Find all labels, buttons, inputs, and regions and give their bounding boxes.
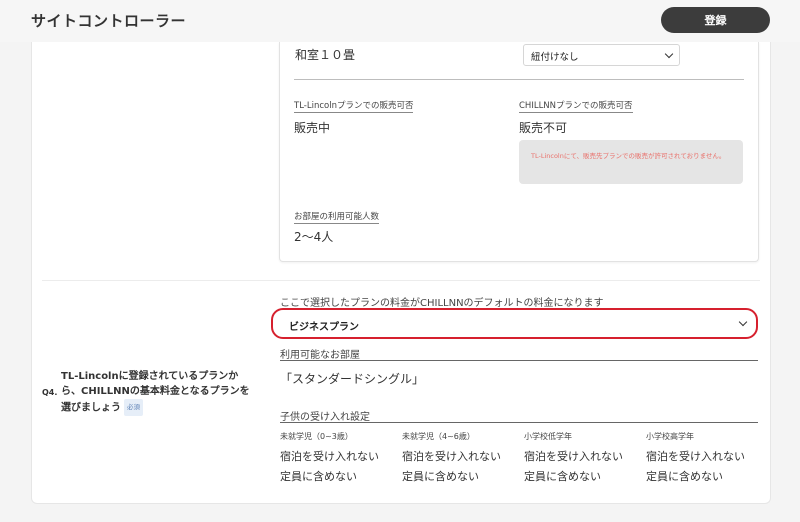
children-policy-divider <box>280 422 758 423</box>
child-acceptance: 宿泊を受け入れない <box>402 450 501 463</box>
question-number: Q4. <box>42 388 58 397</box>
child-acceptance: 宿泊を受け入れない <box>280 450 379 463</box>
child-category: 小学校低学年 <box>524 432 572 441</box>
child-capacity: 定員に含めない <box>524 470 601 483</box>
child-capacity: 定員に含めない <box>280 470 357 483</box>
register-button[interactable]: 登録 <box>661 7 770 33</box>
required-badge: 必須 <box>124 399 143 416</box>
children-policy-label: 子供の受け入れ設定 <box>280 412 370 423</box>
question-text-body: TL-Lincolnに登録されているプランから、CHILLNNの基本料金となるプ… <box>61 371 250 414</box>
chevron-down-icon <box>738 317 748 327</box>
child-policy-item: 未就学児（4~6歳） 宿泊を受け入れない 定員に含めない <box>402 431 522 483</box>
child-capacity: 定員に含めない <box>402 470 479 483</box>
room-link-select[interactable]: 紐付けなし <box>523 44 680 66</box>
question-text: TL-Lincolnに登録されているプランから、CHILLNNの基本料金となるプ… <box>61 369 256 416</box>
plan-hint: ここで選択したプランの料金がCHILLNNのデフォルトの料金になります <box>280 298 604 309</box>
available-rooms-value: 「スタンダードシングル」 <box>280 372 425 386</box>
room-type-name: 和室１０畳 <box>295 48 356 62</box>
available-rooms-divider <box>280 360 758 361</box>
child-category: 小学校高学年 <box>646 432 694 441</box>
child-acceptance: 宿泊を受け入れない <box>524 450 623 463</box>
base-plan-select[interactable]: ビジネスプラン <box>271 308 758 339</box>
room-link-select-value: 紐付けなし <box>531 52 579 63</box>
child-category: 未就学児（4~6歳） <box>402 432 475 441</box>
child-capacity: 定員に含めない <box>646 470 723 483</box>
child-category: 未就学児（0~3歳） <box>280 432 353 441</box>
capacity-label: お部屋の利用可能人数 <box>294 212 380 224</box>
tl-sales-label: TL-Lincolnプランでの販売可否 <box>294 101 414 113</box>
chevron-down-icon <box>664 49 674 59</box>
capacity-value: 2〜4人 <box>294 230 334 244</box>
child-policy-item: 小学校高学年 宿泊を受け入れない 定員に含めない <box>646 431 766 483</box>
child-policy-item: 小学校低学年 宿泊を受け入れない 定員に含めない <box>524 431 644 483</box>
tl-sales-value: 販売中 <box>294 121 331 135</box>
sales-notice: TL-Lincolnにて、販売先プランでの販売が許可されておりません。 <box>519 140 743 184</box>
chillnn-sales-value: 販売不可 <box>519 121 568 135</box>
room-divider <box>294 79 744 80</box>
app-title: サイトコントローラー <box>31 12 187 30</box>
chillnn-sales-label: CHILLNNプランでの販売可否 <box>519 101 633 113</box>
base-plan-select-value: ビジネスプラン <box>289 322 359 333</box>
app-header: サイトコントローラー 登録 <box>0 0 800 42</box>
child-policy-item: 未就学児（0~3歳） 宿泊を受け入れない 定員に含めない <box>280 431 400 483</box>
available-rooms-label: 利用可能なお部屋 <box>280 350 360 361</box>
child-acceptance: 宿泊を受け入れない <box>646 450 745 463</box>
question-divider <box>42 280 760 281</box>
